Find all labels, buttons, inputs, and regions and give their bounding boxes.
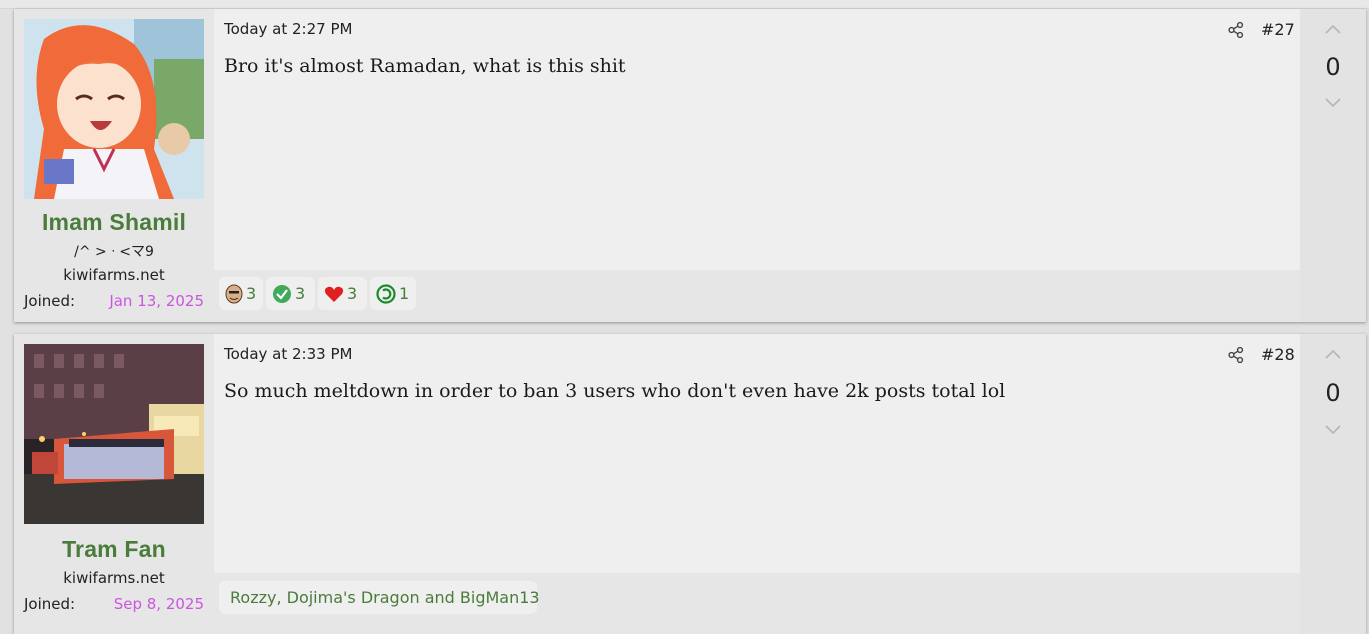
upvote-icon[interactable] (1324, 23, 1342, 35)
reaction-heart[interactable]: 3 (318, 277, 367, 310)
user-title: /^ > ᐧ <マ9 (74, 244, 154, 260)
post-timestamp[interactable]: Today at 2:33 PM (224, 345, 352, 363)
reaction-check[interactable]: 3 (266, 277, 315, 310)
reaction-count: 3 (246, 284, 257, 303)
message-body: Today at 2:33 PM #28 So much meltdown in… (214, 334, 1300, 573)
reaction-count: 1 (399, 284, 410, 303)
vote-column: 0 (1300, 334, 1366, 634)
user-cell: Tram Fan kiwifarms.net Joined: Sep 8, 20… (14, 334, 214, 634)
copyleft-icon (376, 283, 396, 304)
reaction-copyleft[interactable]: 1 (370, 277, 416, 310)
upvote-icon[interactable] (1324, 348, 1342, 360)
joined-date: Jan 13, 2025 (109, 292, 204, 310)
reaction-count: 3 (347, 284, 358, 303)
reaction-summary[interactable]: Rozzy, Dojima's Dragon and BigMan13 (219, 581, 540, 614)
share-icon[interactable] (1227, 21, 1245, 39)
user-cell: Imam Shamil /^ > ᐧ <マ9 kiwifarms.net Joi… (14, 9, 214, 322)
user-site: kiwifarms.net (63, 266, 165, 284)
checkmark-icon (273, 284, 291, 303)
avatar[interactable] (24, 344, 204, 524)
post-number[interactable]: #28 (1261, 345, 1295, 364)
post-text: So much meltdown in order to ban 3 users… (224, 380, 1006, 402)
reaction-face[interactable]: 3 (219, 277, 263, 310)
downvote-icon[interactable] (1324, 424, 1342, 436)
post-27: Imam Shamil /^ > ᐧ <マ9 kiwifarms.net Joi… (14, 9, 1366, 322)
heart-icon (324, 286, 344, 302)
post-28: Tram Fan kiwifarms.net Joined: Sep 8, 20… (14, 334, 1366, 634)
joined-label: Joined: (24, 595, 76, 613)
post-number[interactable]: #27 (1261, 20, 1295, 39)
post-timestamp[interactable]: Today at 2:27 PM (224, 20, 352, 38)
vote-score: 0 (1325, 53, 1341, 81)
user-site: kiwifarms.net (63, 569, 165, 587)
username[interactable]: Tram Fan (14, 536, 214, 563)
previous-post-edge (0, 0, 1369, 9)
joined-label: Joined: (24, 292, 76, 310)
reaction-count: 3 (295, 284, 306, 303)
post-text: Bro it's almost Ramadan, what is this sh… (224, 55, 626, 77)
message-body: Today at 2:27 PM #27 Bro it's almost Ram… (214, 9, 1300, 270)
vote-score: 0 (1325, 379, 1341, 407)
vote-column: 0 (1300, 9, 1366, 322)
face-icon (225, 284, 243, 303)
username[interactable]: Imam Shamil (14, 209, 214, 236)
downvote-icon[interactable] (1324, 97, 1342, 109)
share-icon[interactable] (1227, 346, 1245, 364)
reaction-users-link[interactable]: Rozzy, Dojima's Dragon and BigMan13 (230, 588, 540, 607)
avatar[interactable] (24, 19, 204, 199)
joined-date: Sep 8, 2025 (113, 595, 204, 613)
